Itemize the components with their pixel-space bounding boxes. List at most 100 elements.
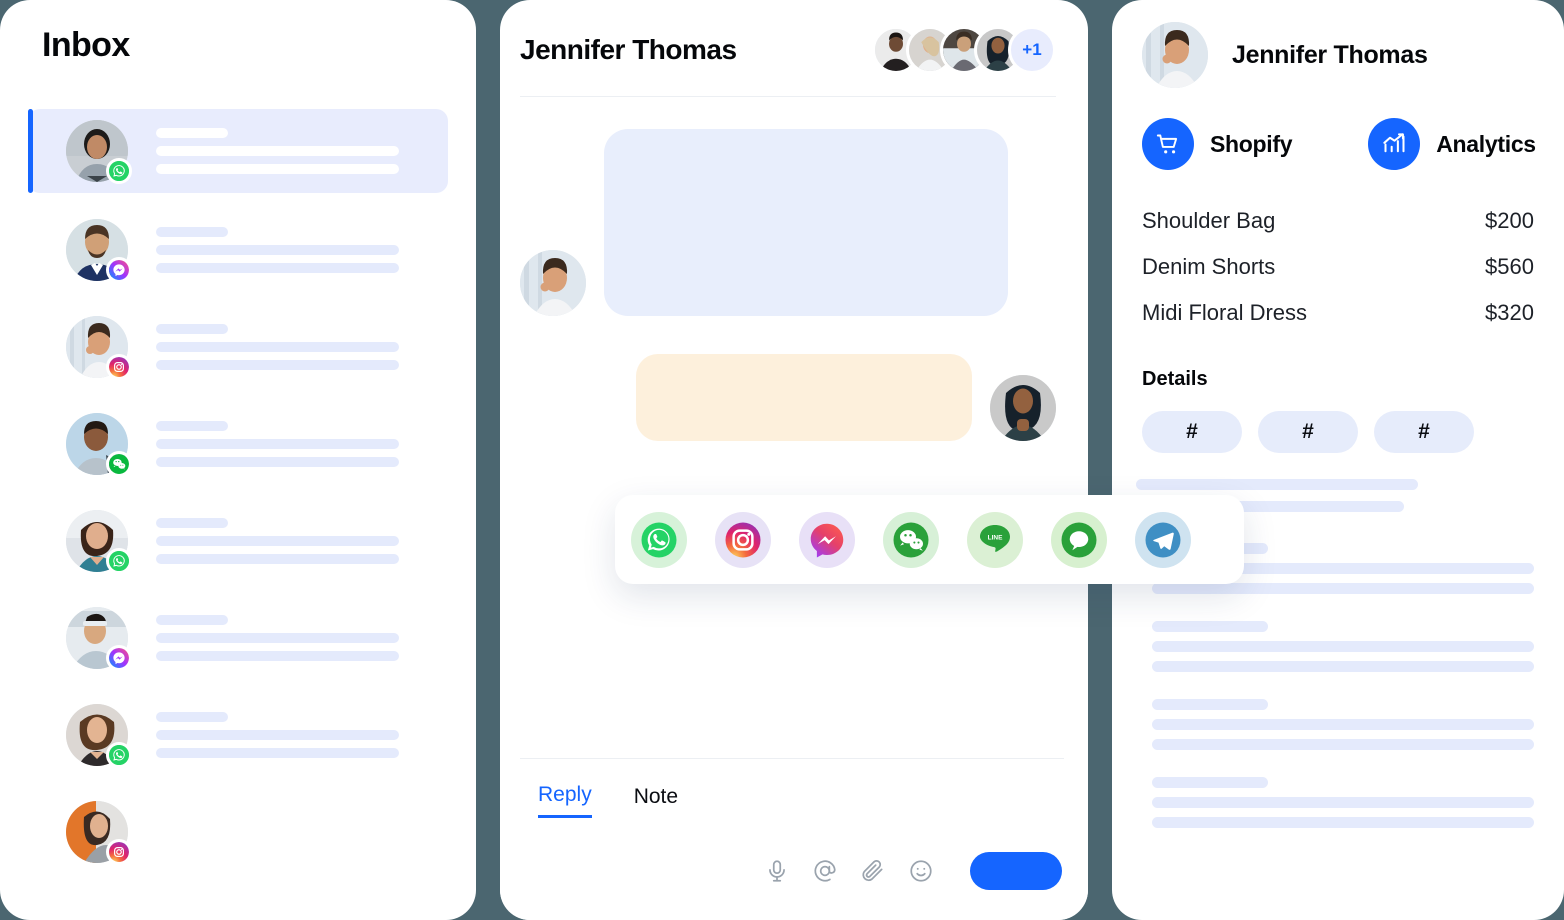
app-stage: Inbox Jennifer Thomas +1 Reply Note Jenn… [0, 0, 1564, 920]
skeleton-block [1152, 621, 1534, 672]
row-skeleton [156, 421, 448, 467]
channel-whatsapp[interactable] [631, 511, 687, 568]
instagram-icon [725, 522, 761, 557]
avatar [66, 120, 132, 184]
order-item-price: $200 [1485, 208, 1534, 233]
conversation-panel: Jennifer Thomas +1 Reply Note [500, 0, 1088, 920]
skeleton-line [156, 651, 399, 661]
skeleton-line [156, 360, 399, 370]
channel-kakaotalk[interactable] [1051, 511, 1107, 568]
avatar [66, 607, 132, 671]
inbox-row-8[interactable] [28, 792, 448, 872]
emoji-icon[interactable] [908, 858, 934, 884]
analytics-chart-icon [1368, 118, 1421, 170]
participant-avatars[interactable]: +1 [872, 26, 1056, 74]
avatar [66, 704, 132, 768]
avatar [66, 413, 132, 477]
microphone-icon[interactable] [764, 858, 790, 884]
tag-pill[interactable]: # [1258, 411, 1358, 453]
conversation-title: Jennifer Thomas [520, 34, 737, 65]
message-avatar [990, 375, 1056, 441]
skeleton-line [1152, 739, 1534, 750]
conversation-header: Jennifer Thomas +1 [500, 0, 1088, 74]
avatar [66, 219, 132, 283]
messenger-icon [106, 257, 132, 283]
channel-line[interactable]: LINE [967, 511, 1023, 568]
integration-analytics[interactable]: Analytics [1368, 118, 1536, 170]
message-avatar [520, 250, 586, 316]
avatar [66, 510, 132, 574]
inbox-row-4[interactable] [28, 404, 448, 484]
whatsapp-icon [641, 522, 677, 557]
outgoing-message-bubble [636, 354, 972, 441]
whatsapp-icon [106, 548, 132, 574]
skeleton-line [156, 748, 399, 758]
row-skeleton [156, 712, 448, 758]
inbox-row-1[interactable] [28, 109, 448, 193]
contact-profile-panel: Jennifer Thomas Shopify Analytics Should… [1112, 0, 1564, 920]
avatar [66, 316, 132, 380]
send-button[interactable] [970, 852, 1062, 890]
inbox-row-6[interactable] [28, 598, 448, 678]
channel-messenger[interactable] [799, 511, 855, 568]
order-item-name: Shoulder Bag [1142, 208, 1276, 233]
skeleton-line [156, 730, 399, 740]
tag-pill[interactable]: # [1374, 411, 1474, 453]
skeleton-line [156, 324, 228, 334]
skeleton-line [156, 227, 228, 237]
channel-wechat[interactable] [883, 511, 939, 568]
skeleton-line [1152, 641, 1534, 652]
tag-pill[interactable]: # [1142, 411, 1242, 453]
composer-tabs: Reply Note [520, 759, 1064, 818]
order-item-name: Denim Shorts [1142, 254, 1276, 279]
message-composer: Reply Note [500, 758, 1088, 920]
inbox-row-3[interactable] [28, 307, 448, 387]
skeleton-line [1152, 661, 1534, 672]
tab-note[interactable]: Note [634, 785, 678, 817]
skeleton-line [1136, 479, 1418, 490]
channel-telegram[interactable] [1135, 511, 1191, 568]
channel-picker-popup: LINE [615, 495, 1244, 584]
skeleton-line [1152, 817, 1534, 828]
row-skeleton [156, 615, 448, 661]
messenger-icon [810, 523, 844, 557]
profile-name: Jennifer Thomas [1232, 40, 1428, 69]
tab-reply[interactable]: Reply [538, 783, 592, 818]
skeleton-line [156, 421, 228, 431]
skeleton-line [156, 518, 228, 528]
instagram-icon [106, 354, 132, 380]
skeleton-line [1152, 621, 1268, 632]
inbox-row-7[interactable] [28, 695, 448, 775]
order-items-list: Shoulder Bag $200 Denim Shorts $560 Midi… [1112, 170, 1564, 326]
skeleton-block [1152, 777, 1534, 828]
mention-icon[interactable] [812, 858, 838, 884]
skeleton-line [1152, 583, 1534, 594]
skeleton-line [156, 615, 228, 625]
skeleton-block [1152, 699, 1534, 750]
profile-header: Jennifer Thomas [1112, 0, 1564, 88]
inbox-row-2[interactable] [28, 210, 448, 290]
instagram-icon [106, 839, 132, 865]
channel-instagram[interactable] [715, 511, 771, 568]
skeleton-line [1152, 797, 1534, 808]
skeleton-line [156, 712, 228, 722]
order-item-price: $560 [1485, 254, 1534, 279]
inbox-row-5[interactable] [28, 501, 448, 581]
avatar [66, 801, 132, 865]
order-item: Denim Shorts $560 [1142, 254, 1534, 280]
skeleton-line [156, 164, 399, 174]
skeleton-line [156, 245, 399, 255]
skeleton-line [156, 146, 399, 156]
skeleton-line [156, 439, 399, 449]
integration-shopify[interactable]: Shopify [1142, 118, 1293, 170]
attachment-icon[interactable] [860, 858, 886, 884]
integration-label: Analytics [1436, 130, 1536, 157]
participants-overflow-badge[interactable]: +1 [1008, 26, 1056, 74]
details-tags: # # # [1112, 391, 1564, 453]
svg-text:LINE: LINE [988, 534, 1003, 541]
inbox-list [0, 109, 476, 872]
whatsapp-icon [106, 158, 132, 184]
messenger-icon [106, 645, 132, 671]
row-skeleton [156, 128, 448, 174]
order-item: Midi Floral Dress $320 [1142, 300, 1534, 326]
